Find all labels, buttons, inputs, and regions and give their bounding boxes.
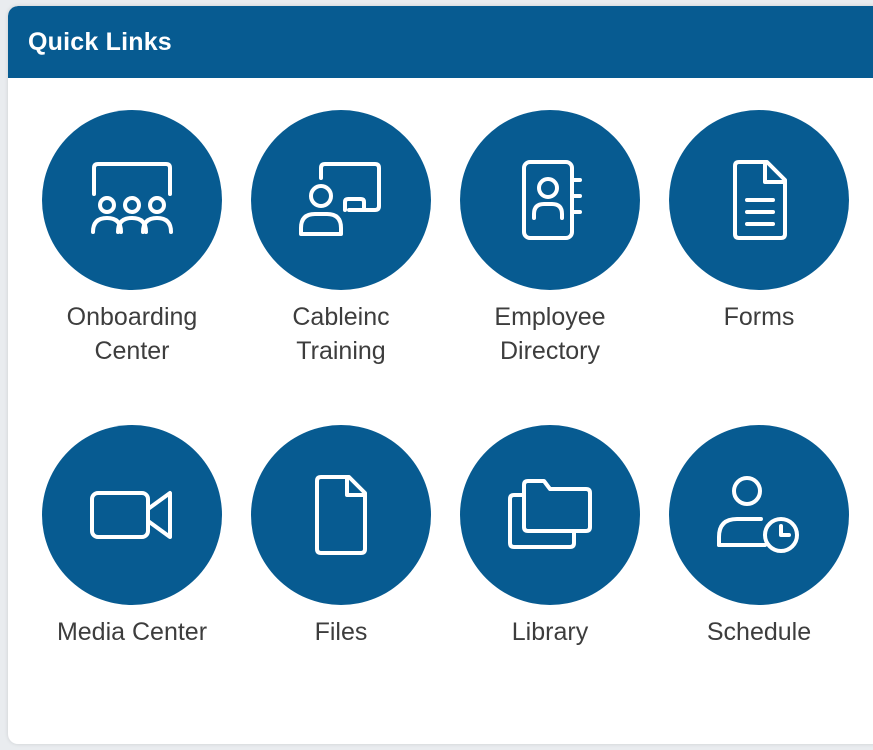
quick-link-circle — [42, 110, 222, 290]
user-clock-icon — [717, 476, 799, 553]
quick-link-forms[interactable]: Forms — [654, 110, 864, 334]
quick-link-label: Forms — [723, 303, 795, 331]
card-header: Quick Links — [8, 6, 873, 78]
quick-link-circle — [42, 425, 222, 605]
video-camera-icon — [90, 491, 172, 539]
quick-link-circle — [669, 425, 849, 605]
quick-link-circle — [251, 425, 431, 605]
file-icon — [315, 475, 367, 555]
quick-link-employee-directory[interactable]: Employee Directory — [445, 110, 655, 368]
card-title: Quick Links — [28, 27, 172, 56]
presenter-board-icon — [299, 162, 381, 236]
quick-link-circle — [251, 110, 431, 290]
quick-link-circle — [460, 425, 640, 605]
quick-link-label: Employee Directory — [494, 303, 606, 365]
quick-link-label: Media Center — [56, 618, 208, 646]
quick-link-label: Onboarding Center — [66, 303, 198, 365]
quick-link-onboarding-center[interactable]: Onboarding Center — [27, 110, 237, 368]
quick-link-label: Library — [511, 618, 589, 646]
document-icon — [733, 160, 787, 240]
quick-link-media-center[interactable]: Media Center — [27, 425, 237, 649]
quick-link-schedule[interactable]: Schedule — [654, 425, 864, 649]
quick-link-files[interactable]: Files — [236, 425, 446, 649]
quick-link-circle — [669, 110, 849, 290]
quick-link-label: Files — [314, 618, 368, 646]
quick-link-library[interactable]: Library — [445, 425, 655, 649]
contact-book-icon — [522, 160, 582, 240]
quick-link-circle — [460, 110, 640, 290]
presentation-audience-icon — [91, 162, 173, 234]
folders-icon — [508, 479, 592, 549]
quick-links-card: Quick Links Onboarding Center Cableinc T… — [8, 6, 873, 744]
quick-link-label: Schedule — [706, 618, 812, 646]
quick-link-cableinc-training[interactable]: Cableinc Training — [236, 110, 446, 368]
quick-link-label: Cableinc Training — [292, 303, 390, 365]
